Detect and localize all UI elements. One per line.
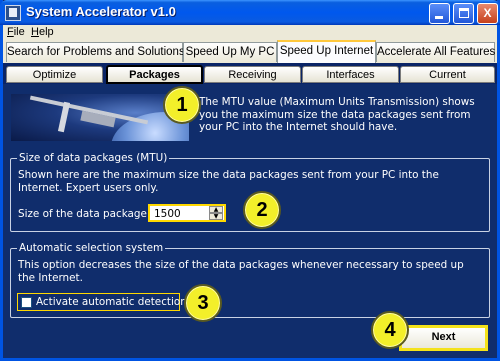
title-bar[interactable]: System Accelerator v1.0 X bbox=[0, 0, 500, 25]
stepper-buttons: ▲ ▼ bbox=[209, 206, 223, 220]
tab-search-problems[interactable]: Search for Problems and Solutions bbox=[6, 42, 185, 62]
maximize-icon bbox=[459, 8, 469, 18]
subtab-interfaces[interactable]: Interfaces bbox=[302, 66, 399, 83]
tab-speed-up-pc[interactable]: Speed Up My PC bbox=[183, 42, 277, 62]
spin-up-icon[interactable]: ▲ bbox=[209, 206, 223, 213]
window-title: System Accelerator v1.0 bbox=[26, 4, 176, 19]
station-panel-graphic bbox=[57, 101, 71, 133]
menu-help[interactable]: Help bbox=[31, 26, 54, 38]
close-icon: X bbox=[483, 6, 492, 20]
maximize-button[interactable] bbox=[453, 3, 474, 24]
auto-description: This option decreases the size of the da… bbox=[18, 259, 464, 284]
subtab-packages[interactable]: Packages bbox=[106, 65, 203, 84]
sub-tab-bar: Optimize Packages Receiving Interfaces C… bbox=[3, 63, 497, 85]
callout-4: 4 bbox=[371, 311, 409, 349]
menu-bar: File Help bbox=[3, 25, 497, 39]
mtu-description: Shown here are the maximum size the data… bbox=[18, 169, 439, 194]
main-tab-bar: Search for Problems and Solutions Speed … bbox=[3, 39, 497, 63]
auto-group-legend: Automatic selection system bbox=[17, 242, 166, 254]
menu-file[interactable]: File bbox=[7, 26, 25, 38]
minimize-icon bbox=[435, 16, 443, 19]
app-icon[interactable] bbox=[5, 5, 21, 21]
tab-accelerate-all[interactable]: Accelerate All Features bbox=[376, 42, 495, 62]
auto-detection-checkbox[interactable] bbox=[21, 297, 32, 308]
tab-speed-up-internet[interactable]: Speed Up Internet bbox=[277, 40, 376, 63]
spin-down-icon[interactable]: ▼ bbox=[209, 213, 223, 220]
auto-detection-label[interactable]: Activate automatic detection bbox=[36, 296, 187, 308]
subtab-optimize[interactable]: Optimize bbox=[6, 66, 103, 83]
subtab-receiving[interactable]: Receiving bbox=[204, 66, 301, 83]
mtu-intro-text: The MTU value (Maximum Units Transmissio… bbox=[199, 96, 475, 133]
callout-1: 1 bbox=[163, 86, 201, 124]
next-button[interactable]: Next bbox=[399, 325, 488, 351]
close-button[interactable]: X bbox=[477, 3, 498, 24]
minimize-button[interactable] bbox=[429, 3, 450, 24]
subtab-current[interactable]: Current bbox=[400, 66, 495, 83]
auto-detection-option[interactable]: Activate automatic detection bbox=[17, 293, 187, 311]
mtu-field-label: Size of the data package: bbox=[18, 208, 151, 220]
mtu-stepper[interactable]: ▲ ▼ bbox=[148, 204, 226, 222]
callout-3: 3 bbox=[184, 284, 222, 322]
callout-2: 2 bbox=[243, 191, 281, 229]
mtu-value-input[interactable] bbox=[152, 207, 207, 220]
mtu-group-legend: Size of data packages (MTU) bbox=[17, 152, 170, 164]
